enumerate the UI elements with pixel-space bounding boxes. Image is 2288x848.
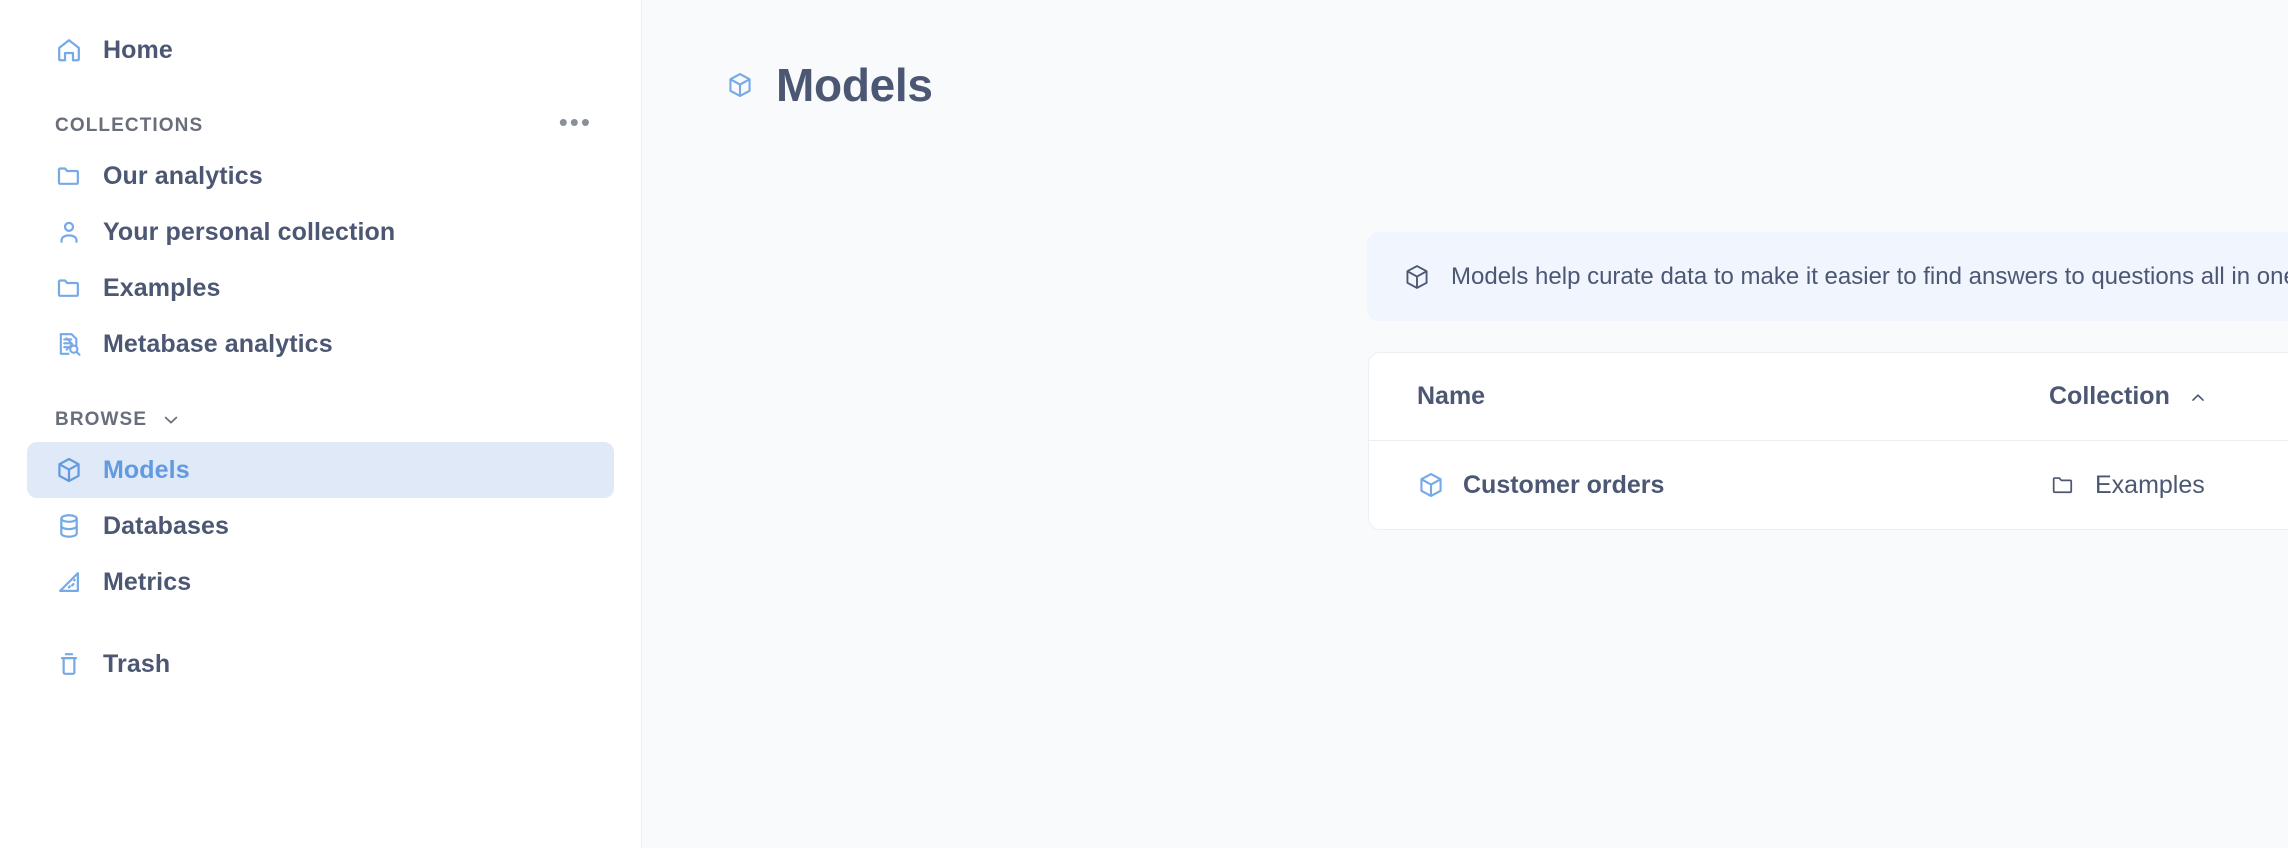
person-icon [55, 218, 83, 246]
info-banner-text: Models help curate data to make it easie… [1451, 263, 2288, 291]
cell-name[interactable]: Customer orders [1369, 471, 2049, 500]
sidebar-item-label: Metrics [103, 568, 191, 597]
sidebar-item-label: Models [103, 456, 190, 485]
spacer [0, 78, 641, 104]
sidebar-item-label: Our analytics [103, 162, 263, 191]
model-name: Customer orders [1463, 471, 1664, 500]
sidebar-item-label: Your personal collection [103, 218, 395, 247]
home-icon [55, 36, 83, 64]
column-header-label: Collection [2049, 382, 2170, 411]
sidebar-item-metrics[interactable]: Metrics [27, 554, 614, 610]
sort-ascending-icon [2188, 388, 2208, 408]
sidebar-item-trash[interactable]: Trash [27, 636, 614, 692]
model-cube-icon [1403, 263, 1431, 291]
folder-icon [55, 162, 83, 190]
sidebar: Home COLLECTIONS ••• Our analytics [0, 0, 642, 848]
chevron-right-icon[interactable] [58, 333, 80, 355]
info-banner: Models help curate data to make it easie… [1367, 232, 2288, 321]
app-root: Home COLLECTIONS ••• Our analytics [0, 0, 2288, 848]
page-header: Models [642, 0, 2288, 112]
model-cube-icon [1417, 471, 1445, 499]
sidebar-item-label: Home [103, 36, 173, 65]
sidebar-item-metabase-analytics[interactable]: Metabase analytics [27, 316, 614, 372]
cell-collection[interactable]: Examples [2049, 471, 2288, 500]
database-icon [55, 512, 83, 540]
browse-section-header[interactable]: BROWSE [27, 398, 614, 442]
model-cube-icon [55, 456, 83, 484]
folder-icon [2049, 471, 2077, 499]
main-content: Models Models help curate data to make i… [642, 0, 2288, 848]
trash-icon [55, 650, 83, 678]
sidebar-item-databases[interactable]: Databases [27, 498, 614, 554]
table-header-row: Name Collection Description [1369, 353, 2288, 441]
sidebar-item-label: Examples [103, 274, 221, 303]
sidebar-item-home[interactable]: Home [27, 22, 614, 78]
models-table: Name Collection Description [1368, 352, 2288, 530]
table-row[interactable]: Customer orders Examples A model [1369, 441, 2288, 529]
sidebar-item-label: Trash [103, 650, 170, 679]
chevron-down-icon[interactable] [161, 410, 181, 430]
sidebar-item-your-personal-collection[interactable]: Your personal collection [27, 204, 614, 260]
sidebar-item-label: Databases [103, 512, 229, 541]
column-header-label: Name [1417, 382, 1485, 411]
spacer [0, 610, 641, 636]
folder-icon [55, 274, 83, 302]
column-header-name[interactable]: Name [1369, 382, 2049, 411]
spacer [0, 372, 641, 398]
column-header-collection[interactable]: Collection [2049, 382, 2288, 411]
browse-section-title: BROWSE [55, 409, 147, 431]
collections-section-header: COLLECTIONS ••• [27, 104, 614, 148]
collections-section-title: COLLECTIONS [55, 115, 203, 137]
model-cube-icon [726, 71, 754, 99]
page-title: Models [776, 58, 933, 112]
metric-icon [55, 568, 83, 596]
collection-name: Examples [2095, 471, 2205, 500]
sidebar-item-models[interactable]: Models [27, 442, 614, 498]
sidebar-item-our-analytics[interactable]: Our analytics [27, 148, 614, 204]
ellipsis-icon[interactable]: ••• [559, 115, 592, 137]
sidebar-item-examples[interactable]: Examples [27, 260, 614, 316]
sidebar-item-label: Metabase analytics [103, 330, 333, 359]
